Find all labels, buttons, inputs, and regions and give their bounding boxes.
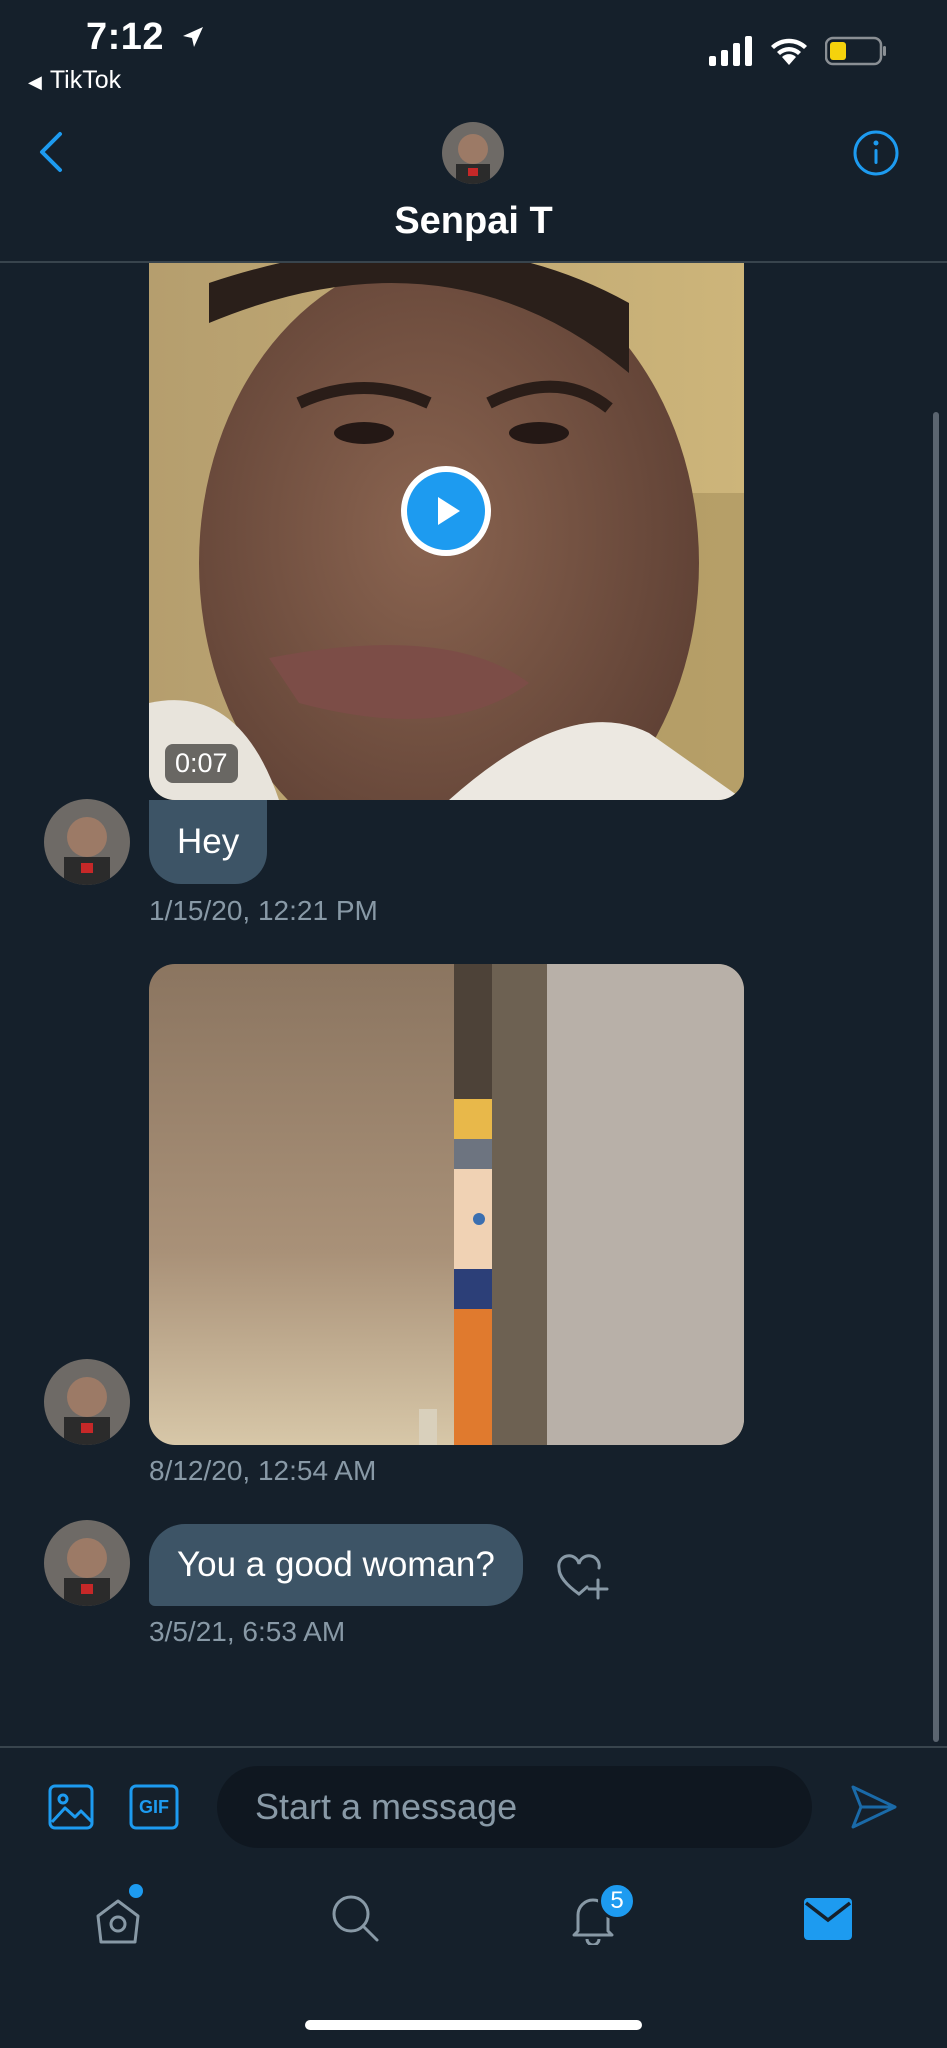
back-to-app-link[interactable]: ◀ TikTok [28, 66, 121, 95]
message-input-placeholder: Start a message [255, 1786, 518, 1827]
composer-divider [0, 1746, 947, 1748]
location-arrow-icon [181, 16, 205, 59]
image-thumbnail [149, 964, 744, 1445]
message-bubble[interactable]: Hey [149, 800, 268, 884]
gif-label: GIF [139, 1796, 169, 1817]
message-bubble[interactable]: You a good woman? [149, 1524, 523, 1606]
header-avatar[interactable] [442, 122, 504, 184]
sender-avatar[interactable] [44, 799, 130, 885]
contact-name[interactable]: Senpai T [0, 200, 947, 243]
like-heart-icon[interactable] [557, 1554, 609, 1605]
mail-icon [804, 1898, 852, 1940]
play-icon [438, 497, 460, 525]
wifi-icon [769, 36, 809, 71]
message-text: Hey [177, 822, 240, 861]
search-icon [332, 1895, 379, 1942]
message-timestamp: 8/12/20, 12:54 AM [149, 1455, 377, 1486]
media-picker-icon[interactable] [48, 1784, 94, 1835]
sender-avatar[interactable] [44, 1520, 130, 1606]
send-icon[interactable] [850, 1784, 898, 1835]
message-input[interactable]: Start a message [217, 1766, 812, 1848]
status-icons [709, 36, 887, 71]
home-indicator [305, 2020, 642, 2030]
search-tab[interactable] [330, 1893, 380, 1948]
image-attachment[interactable] [149, 964, 744, 1445]
message-timestamp: 3/5/21, 6:53 AM [149, 1616, 346, 1647]
scrollbar[interactable] [933, 412, 939, 1742]
battery-icon [824, 36, 887, 71]
home-icon [96, 1899, 140, 1944]
messages-tab[interactable] [804, 1898, 852, 1945]
new-content-dot [129, 1884, 143, 1898]
notifications-badge: 5 [598, 1882, 636, 1920]
cellular-signal-icon [709, 36, 753, 71]
status-time: 7:12 [86, 16, 205, 59]
home-tab[interactable] [93, 1896, 143, 1951]
message-text: You a good woman? [177, 1545, 495, 1584]
message-timestamp: 1/15/20, 12:21 PM [149, 895, 378, 926]
sender-avatar[interactable] [44, 1359, 130, 1445]
gif-button[interactable]: GIF [129, 1784, 179, 1835]
info-icon[interactable] [852, 129, 900, 177]
play-button[interactable] [401, 466, 491, 556]
video-duration: 0:07 [165, 744, 238, 783]
back-triangle-icon: ◀ [28, 72, 42, 92]
back-chevron-icon[interactable] [36, 130, 66, 174]
